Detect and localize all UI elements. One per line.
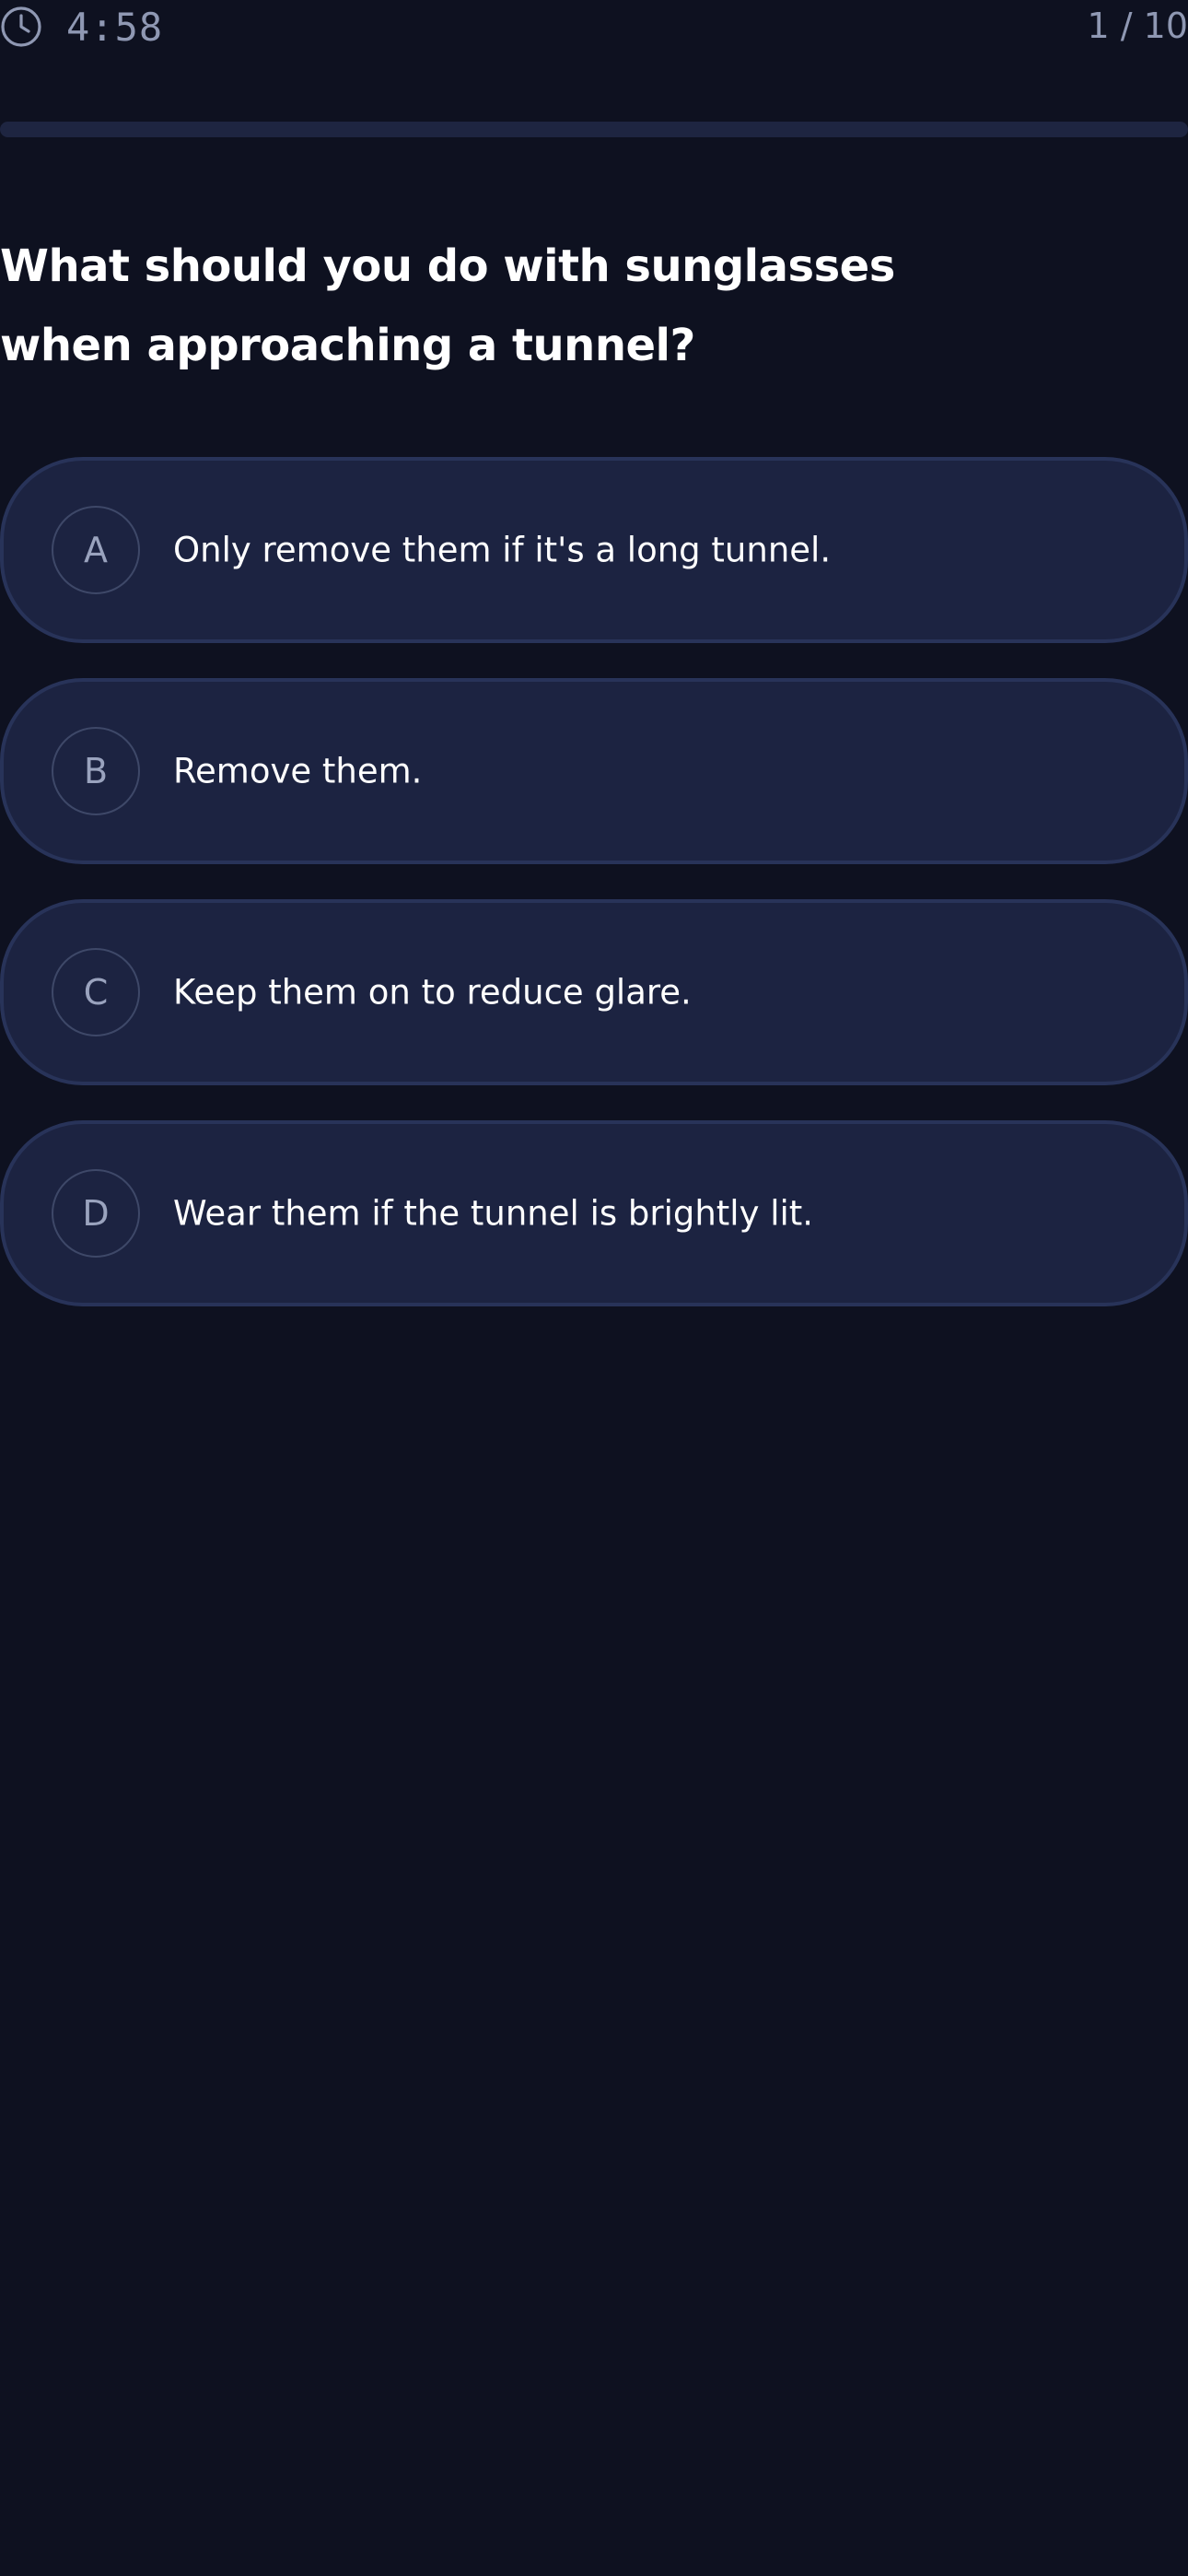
timer-value: 4:58 — [66, 4, 164, 50]
question-text: What should you do with sunglasses when … — [0, 240, 895, 371]
option-letter-badge: A — [52, 506, 140, 594]
option-letter-badge: B — [52, 727, 140, 815]
option-label: Keep them on to reduce glare. — [173, 972, 692, 1013]
answer-option-c[interactable]: C Keep them on to reduce glare. — [0, 899, 1188, 1085]
timer: 4:58 — [0, 4, 163, 50]
option-label: Remove them. — [173, 751, 423, 791]
answer-options: A Only remove them if it's a long tunnel… — [0, 457, 1188, 1341]
progress-bar — [0, 122, 1188, 137]
answer-option-a[interactable]: A Only remove them if it's a long tunnel… — [0, 457, 1188, 643]
answer-option-b[interactable]: B Remove them. — [0, 678, 1188, 864]
answer-option-d[interactable]: D Wear them if the tunnel is brightly li… — [0, 1120, 1188, 1306]
clock-icon — [1, 6, 41, 47]
option-letter-badge: C — [52, 948, 140, 1036]
question-counter: 1 / 10 — [1087, 6, 1188, 46]
option-label: Only remove them if it's a long tunnel. — [173, 530, 832, 570]
option-label: Wear them if the tunnel is brightly lit. — [173, 1193, 814, 1234]
option-letter-badge: D — [52, 1169, 140, 1258]
quiz-header: 4:58 1 / 10 — [0, 0, 1188, 55]
